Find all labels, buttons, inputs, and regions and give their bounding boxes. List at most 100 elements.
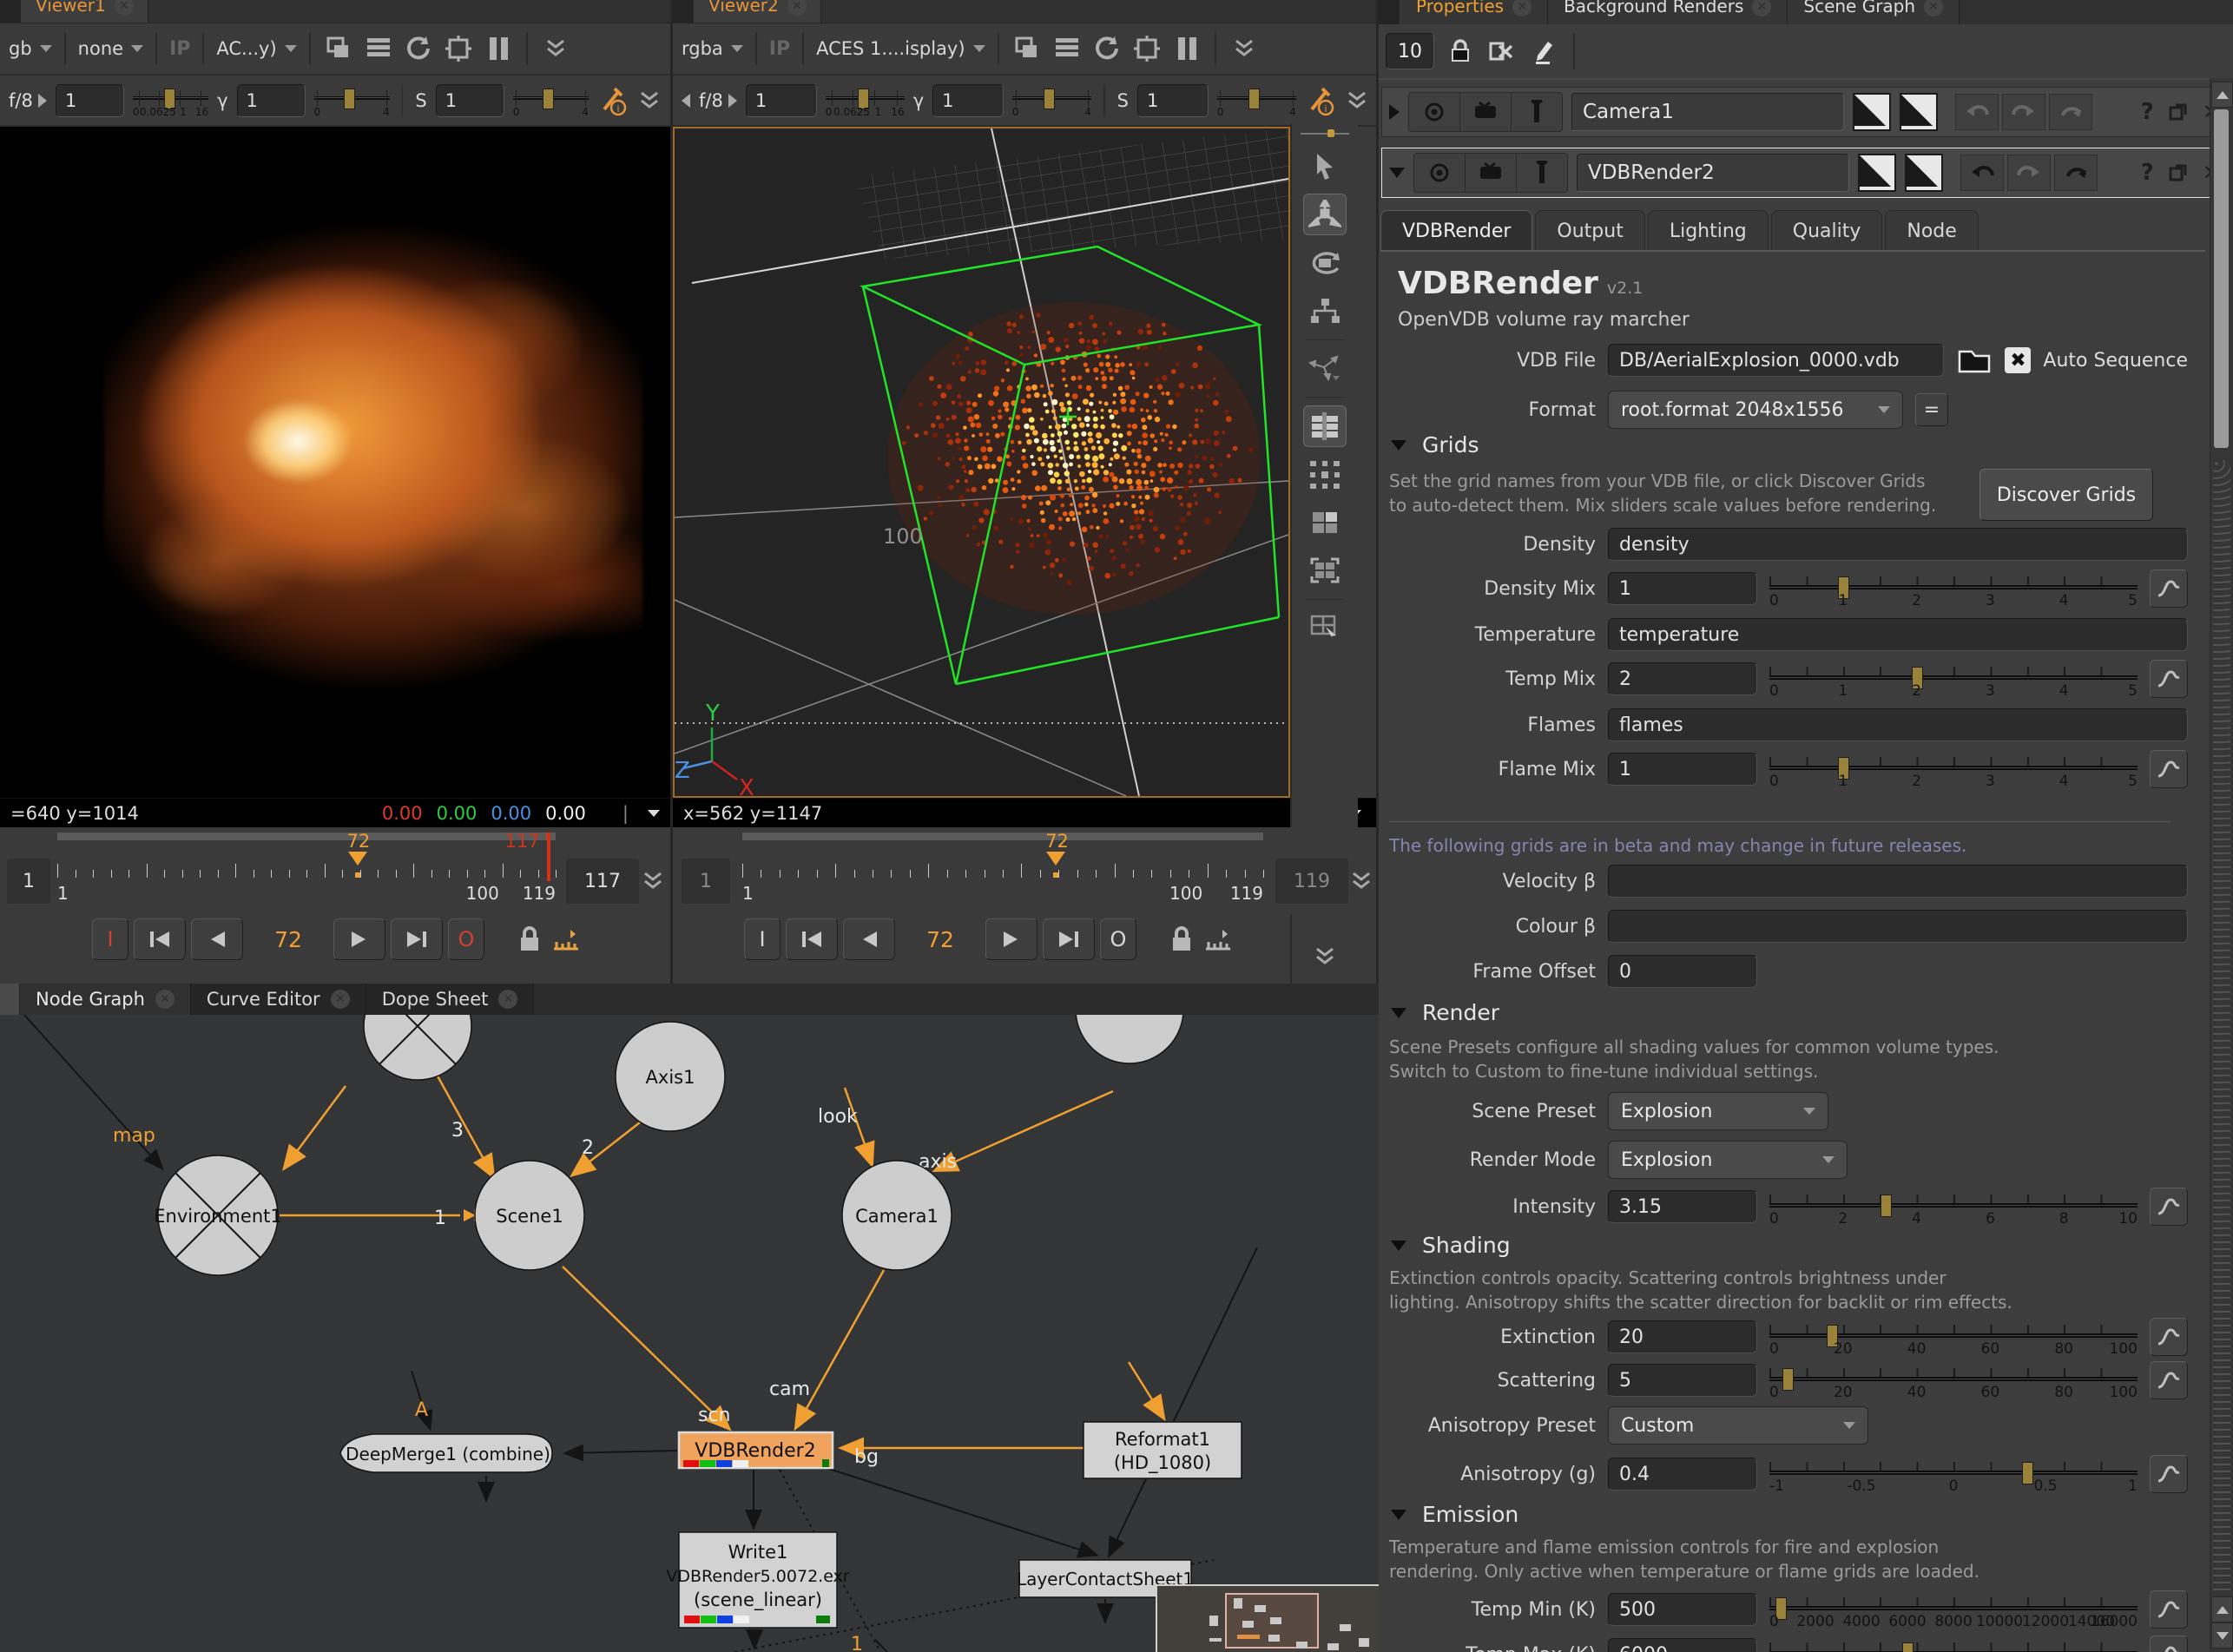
play-button[interactable] [333,918,385,960]
anisotropy-input[interactable]: 0.4 [1608,1458,1757,1491]
toggle-b[interactable] [1905,154,1943,192]
close-icon[interactable]: ✕ [1924,0,1943,16]
velocity-input[interactable] [1608,865,2188,898]
scene-hierarchy-icon[interactable] [1304,291,1346,331]
viewer2-3d-viewport[interactable]: 100 Y Z X [673,127,1290,798]
color-sample-icon[interactable]: i [1305,85,1336,116]
revert-icon[interactable] [2054,155,2098,191]
scroll-down-icon[interactable] [2211,1622,2233,1649]
out-point-button[interactable]: O [1100,918,1136,960]
close-icon[interactable]: ✕ [1752,0,1771,16]
curve-button[interactable] [2150,1318,2188,1356]
range-end-box[interactable]: 117 [566,859,639,904]
undo-icon[interactable] [1960,155,2004,191]
panel-stub[interactable] [0,984,20,1015]
temp-min-input[interactable]: 500 [1608,1593,1757,1626]
close-icon[interactable]: ✕ [787,0,807,16]
temp-mix-slider[interactable]: 012345 [1769,660,2137,698]
curve-button[interactable] [2150,750,2188,788]
in-point-button[interactable]: I [92,918,128,960]
monitor-icon[interactable] [1466,154,1517,192]
intensity-slider[interactable]: 0246810 [1769,1188,2137,1226]
shading-section-header[interactable]: Shading [1391,1233,1511,1258]
scattering-input[interactable]: 5 [1608,1364,1757,1397]
scene-preset-dropdown[interactable]: Explosion [1608,1092,1828,1130]
temp-mix-input[interactable]: 2 [1608,662,1757,695]
anisotropy-preset-dropdown[interactable]: Custom [1608,1406,1868,1445]
input-process-button[interactable]: IP [769,38,790,60]
range-end-box[interactable]: 119 [1275,859,1348,904]
gate-overlay-icon[interactable] [1131,33,1163,64]
lock-icon[interactable] [1445,36,1476,67]
colour-input[interactable] [1608,910,2188,943]
lock-range-icon[interactable] [514,924,545,955]
scrollbar-thumb[interactable] [2214,109,2229,448]
close-icon[interactable]: ✕ [331,990,350,1009]
chevron-double-icon[interactable] [637,865,669,897]
gain-input[interactable]: 1 [746,84,817,117]
layers-icon[interactable] [363,33,394,64]
in-point-button[interactable]: I [744,918,781,960]
prev-keyframe-button[interactable] [134,918,186,960]
prev-frame-button[interactable] [843,918,895,960]
curve-button[interactable] [2150,660,2188,698]
flame-mix-slider[interactable]: 012345 [1769,750,2137,788]
chevron-double-icon[interactable] [1304,937,1346,977]
center-node-icon[interactable] [1414,154,1466,192]
render-section-header[interactable]: Render [1391,1000,1499,1025]
tab-curve-editor[interactable]: Curve Editor✕ [191,984,366,1015]
input-process-button[interactable]: IP [169,38,190,60]
pause-icon[interactable] [1171,33,1202,64]
intensity-input[interactable]: 3.15 [1608,1190,1757,1223]
play-button[interactable] [985,918,1037,960]
chevron-double-icon[interactable] [1228,33,1260,64]
arrow-right-icon[interactable] [38,94,47,108]
grids-section-header[interactable]: Grids [1391,432,1479,457]
layers-icon[interactable] [1051,33,1083,64]
toggle-b[interactable] [1900,93,1938,131]
scroll-up-icon[interactable] [2211,1596,2233,1622]
temperature-input[interactable]: temperature [1608,618,2188,651]
viewer-process-dropdown[interactable]: ACES 1....isplay) [816,38,985,59]
current-frame[interactable]: 72 [248,927,328,952]
tab-output[interactable]: Output [1535,210,1644,251]
close-icon[interactable]: ✕ [115,0,134,16]
wipe-icon[interactable] [1011,33,1043,64]
discover-grids-button[interactable]: Discover Grids [1979,469,2153,521]
fstop-control[interactable]: f/8 [699,90,737,111]
prev-keyframe-button[interactable] [786,918,838,960]
gamma-input[interactable]: 1 [237,84,306,117]
frame-range-icon[interactable] [550,924,582,955]
camera1-title-field[interactable]: Camera1 [1571,93,1844,131]
format-dropdown[interactable]: root.format 2048x1556 [1608,391,1903,429]
gate-overlay-icon[interactable] [443,33,474,64]
temp-min-slider[interactable]: 0200040006000800010000120001400016000 [1769,1590,2137,1629]
panel-stub[interactable] [1379,0,1400,24]
saturation-slider[interactable]: 04 [513,83,589,118]
panel-stub[interactable] [0,0,22,23]
tab-lighting[interactable]: Lighting [1648,210,1769,251]
chevron-double-icon[interactable] [1346,865,1377,897]
next-keyframe-button[interactable] [391,918,443,960]
emission-section-header[interactable]: Emission [1391,1502,1518,1527]
curve-button[interactable] [2150,1188,2188,1226]
current-frame[interactable]: 72 [900,927,980,952]
toggle-a[interactable] [1853,93,1891,131]
help-icon[interactable]: ? [2141,99,2154,125]
chevron-double-icon[interactable] [637,85,662,116]
auto-sequence-checkbox[interactable]: ✖ [2005,347,2031,373]
density-mix-input[interactable]: 1 [1608,572,1757,605]
translate-tool-icon[interactable] [1303,194,1347,235]
frame-ruler[interactable]: 1 100 119 72 117 [57,833,556,905]
edit-pencil-icon[interactable] [1528,36,1559,67]
viewer1-viewport[interactable] [0,127,670,798]
tab-node[interactable]: Node [1885,210,1978,251]
tab-quality[interactable]: Quality [1771,210,1883,251]
float-panel-icon[interactable] [2163,157,2194,188]
window-select-icon[interactable] [1304,608,1346,648]
wrench-icon[interactable] [1517,154,1567,192]
curve-button[interactable] [2150,1361,2188,1399]
tab-viewer1[interactable]: Viewer1 ✕ [22,0,148,23]
format-equals-button[interactable]: = [1915,393,1948,426]
properties-scrollbar[interactable] [2210,78,2233,1652]
